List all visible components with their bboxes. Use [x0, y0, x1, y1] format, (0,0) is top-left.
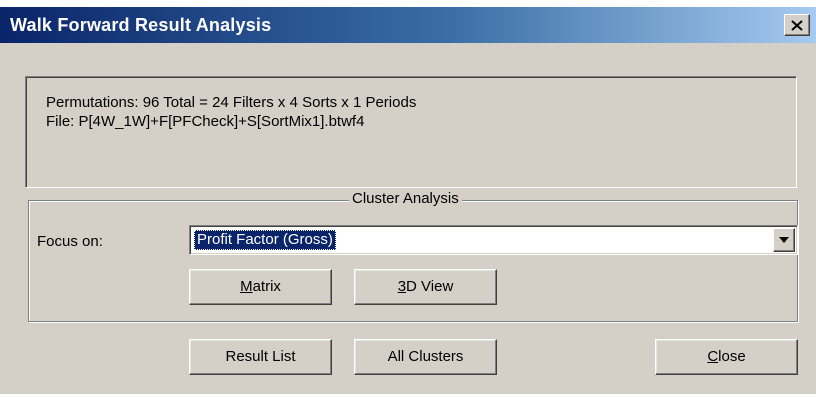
- matrix-label: atrix: [252, 278, 281, 295]
- info-panel: Permutations: 96 Total = 24 Filters x 4 …: [25, 76, 797, 188]
- matrix-button[interactable]: Matrix: [189, 269, 332, 305]
- close-icon: [791, 19, 803, 31]
- window-title: Walk Forward Result Analysis: [10, 15, 272, 35]
- 3d-view-hotkey: 3: [397, 278, 407, 295]
- dropdown-arrow-button[interactable]: [773, 228, 795, 252]
- background-strip: [0, 0, 816, 7]
- 3d-view-label: D View: [406, 278, 454, 295]
- focus-on-selected-value: Profit Factor (Gross): [194, 230, 336, 250]
- result-list-button[interactable]: Result List: [189, 339, 332, 375]
- all-clusters-button[interactable]: All Clusters: [354, 339, 497, 375]
- dialog-window: Walk Forward Result Analysis Permutation…: [0, 0, 816, 398]
- close-button[interactable]: Close: [655, 339, 798, 375]
- background-edge: [0, 394, 816, 398]
- focus-on-dropdown[interactable]: Profit Factor (Gross): [189, 225, 798, 255]
- 3d-view-button[interactable]: 3D View: [354, 269, 497, 305]
- permutations-text: Permutations: 96 Total = 24 Filters x 4 …: [46, 94, 417, 111]
- title-close-button[interactable]: [784, 14, 810, 36]
- matrix-hotkey: M: [240, 278, 253, 295]
- chevron-down-icon: [779, 237, 789, 243]
- cluster-analysis-title: Cluster Analysis: [349, 190, 462, 207]
- close-label: lose: [718, 348, 746, 365]
- title-bar[interactable]: Walk Forward Result Analysis: [0, 7, 816, 43]
- file-text: File: P[4W_1W]+F[PFCheck]+S[SortMix1].bt…: [46, 113, 365, 130]
- close-hotkey: C: [707, 348, 719, 365]
- focus-on-label: Focus on:: [37, 233, 103, 250]
